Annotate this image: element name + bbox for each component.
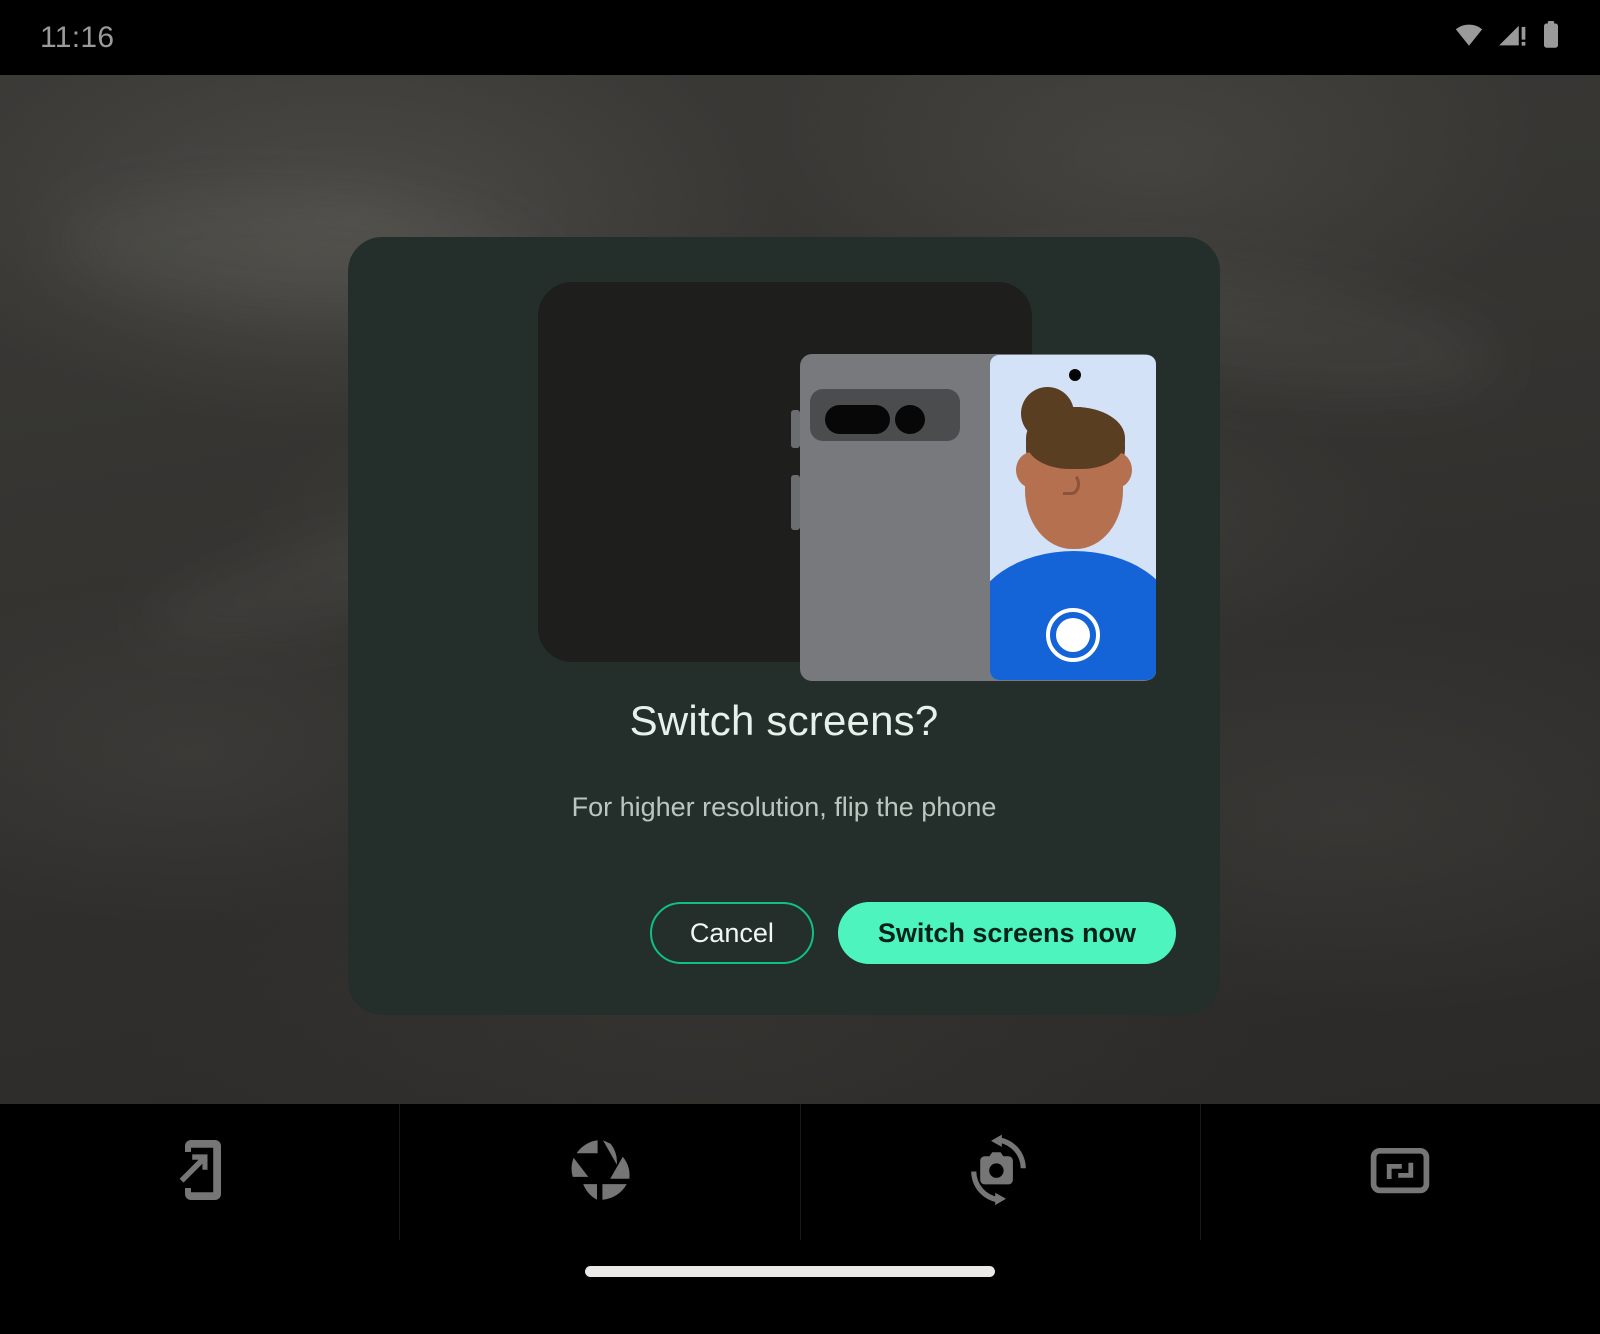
preview-shutter-dot [1056, 618, 1090, 652]
foldable-phone-selfie-illustration [538, 282, 1156, 681]
flip-camera-icon [961, 1131, 1039, 1214]
cover-display-preview [990, 355, 1156, 680]
toolbar-item-flip-camera[interactable] [801, 1104, 1201, 1240]
aspect-ratio-icon [1364, 1134, 1436, 1211]
gesture-navigation-area [0, 1240, 1600, 1334]
phone-side-button-upper [791, 410, 800, 448]
phone-side-button-lower [791, 475, 800, 530]
status-bar-icons [1454, 21, 1560, 54]
toolbar-item-shutter[interactable] [400, 1104, 801, 1240]
toolbar-item-aspect-ratio[interactable] [1201, 1104, 1600, 1240]
camera-shutter-icon [564, 1134, 636, 1211]
switch-screens-now-button[interactable]: Switch screens now [837, 902, 1176, 964]
camera-toolbar [0, 1104, 1600, 1240]
cancel-button[interactable]: Cancel [649, 902, 814, 964]
cellular-signal-warning-icon [1498, 22, 1528, 53]
status-bar: 11:16 [0, 0, 1600, 75]
switch-screens-dialog: Switch screens? For higher resolution, f… [348, 237, 1220, 1015]
dialog-actions: Cancel Switch screens now [649, 902, 1176, 964]
status-bar-clock: 11:16 [40, 20, 115, 54]
switch-screen-icon [164, 1134, 236, 1211]
dialog-subtitle: For higher resolution, flip the phone [571, 792, 997, 822]
home-gesture-pill[interactable] [585, 1266, 995, 1277]
dialog-title: Switch screens? [629, 697, 939, 744]
toolbar-item-switch-screen[interactable] [0, 1104, 401, 1240]
rear-camera-lens-pill [825, 405, 890, 434]
rear-camera-lens-round [895, 405, 925, 434]
phone-screen: 11:16 Switch screens? For higher resolut… [0, 0, 1600, 1334]
front-camera-punch-hole [1069, 369, 1081, 381]
hair-fringe-shape [1026, 407, 1125, 469]
wifi-icon [1454, 23, 1484, 52]
nose-shape [1063, 473, 1080, 495]
battery-icon [1542, 21, 1560, 54]
